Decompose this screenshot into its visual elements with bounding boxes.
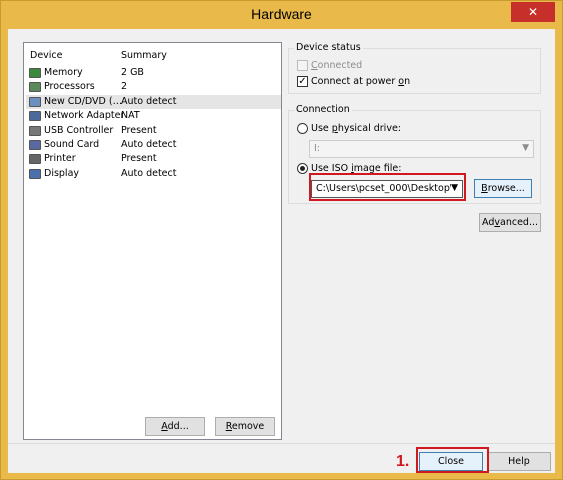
help-button[interactable]: Help [487,452,551,471]
device-summary: Present [121,124,157,136]
checkmark-icon: ✓ [298,76,307,87]
device-summary: 2 [121,81,128,93]
device-name: New CD/DVD (… [44,95,123,107]
device-name: Sound Card [44,139,100,150]
device-status-label: Device status [294,42,363,53]
device-row[interactable]: Sound Card Auto detect [26,138,281,152]
device-row[interactable]: New CD/DVD (… Auto detect [26,94,281,109]
memory-icon [29,68,41,78]
device-status-group: Device status Connected ✓ Connect at pow… [288,42,541,94]
cd-dvd-icon [29,96,41,107]
close-button-highlight [416,447,489,473]
device-list-header: Device Summary [24,50,281,64]
window-close-button[interactable]: ✕ [511,2,555,22]
physical-drive-radio[interactable] [297,123,308,134]
connect-at-power-on-label: Connect at power on [311,76,411,87]
device-row[interactable]: Memory 2 GB [26,66,281,80]
title-bar: Hardware ✕ [1,1,562,29]
device-summary: Auto detect [121,139,177,150]
network-adapter-icon [29,111,41,122]
physical-drive-label: Use physical drive: [311,123,401,134]
summary-column-header[interactable]: Summary [121,50,167,61]
sound-card-icon [29,140,41,150]
window-title: Hardware [251,6,312,22]
device-name: Processors [44,81,95,93]
dialog-client-area: Device Summary Memory 2 GB Processors 2 New … [8,29,555,473]
processor-icon [29,82,41,93]
device-column-header[interactable]: Device [30,50,63,61]
hardware-dialog: Hardware ✕ Device Summary Memory 2 GB Proc… [0,0,563,480]
device-row[interactable]: Display Auto detect [26,167,281,181]
browse-button[interactable]: Browse... [474,179,532,198]
device-name: USB Controller [44,124,114,136]
remove-device-button[interactable]: Remove [215,417,275,436]
connected-checkbox[interactable] [297,60,308,71]
device-summary: NAT [121,110,140,122]
device-summary: Auto detect [121,167,177,179]
device-row[interactable]: Processors 2 [26,80,281,94]
iso-image-radio[interactable] [297,163,308,174]
connection-label: Connection [294,104,352,115]
device-summary: Auto detect [121,95,177,107]
device-list[interactable]: Device Summary Memory 2 GB Processors 2 New … [23,42,282,440]
printer-icon [29,154,41,165]
chevron-down-icon: ▼ [522,143,529,153]
usb-icon [29,125,41,136]
device-summary: Present [121,153,157,165]
connect-at-power-on-checkbox[interactable]: ✓ [297,76,308,87]
connected-label: Connected [311,60,363,71]
physical-drive-select[interactable]: I: ▼ [309,140,534,158]
add-device-button[interactable]: Add... [145,417,205,436]
device-name: Printer [44,153,76,165]
device-name: Memory [44,67,83,78]
device-row[interactable]: USB Controller Present [26,124,281,138]
display-icon [29,168,41,179]
step-number-label: 1. [396,453,410,470]
footer-divider [8,443,555,444]
physical-drive-value: I: [314,143,321,154]
device-summary: 2 GB [121,67,144,78]
device-row[interactable]: Printer Present [26,152,281,166]
iso-path-highlight [309,173,466,201]
device-name: Network Adapter [44,110,124,122]
device-row[interactable]: Network Adapter NAT [26,109,281,123]
advanced-button[interactable]: Advanced... [479,213,541,232]
device-name: Display [44,167,80,179]
